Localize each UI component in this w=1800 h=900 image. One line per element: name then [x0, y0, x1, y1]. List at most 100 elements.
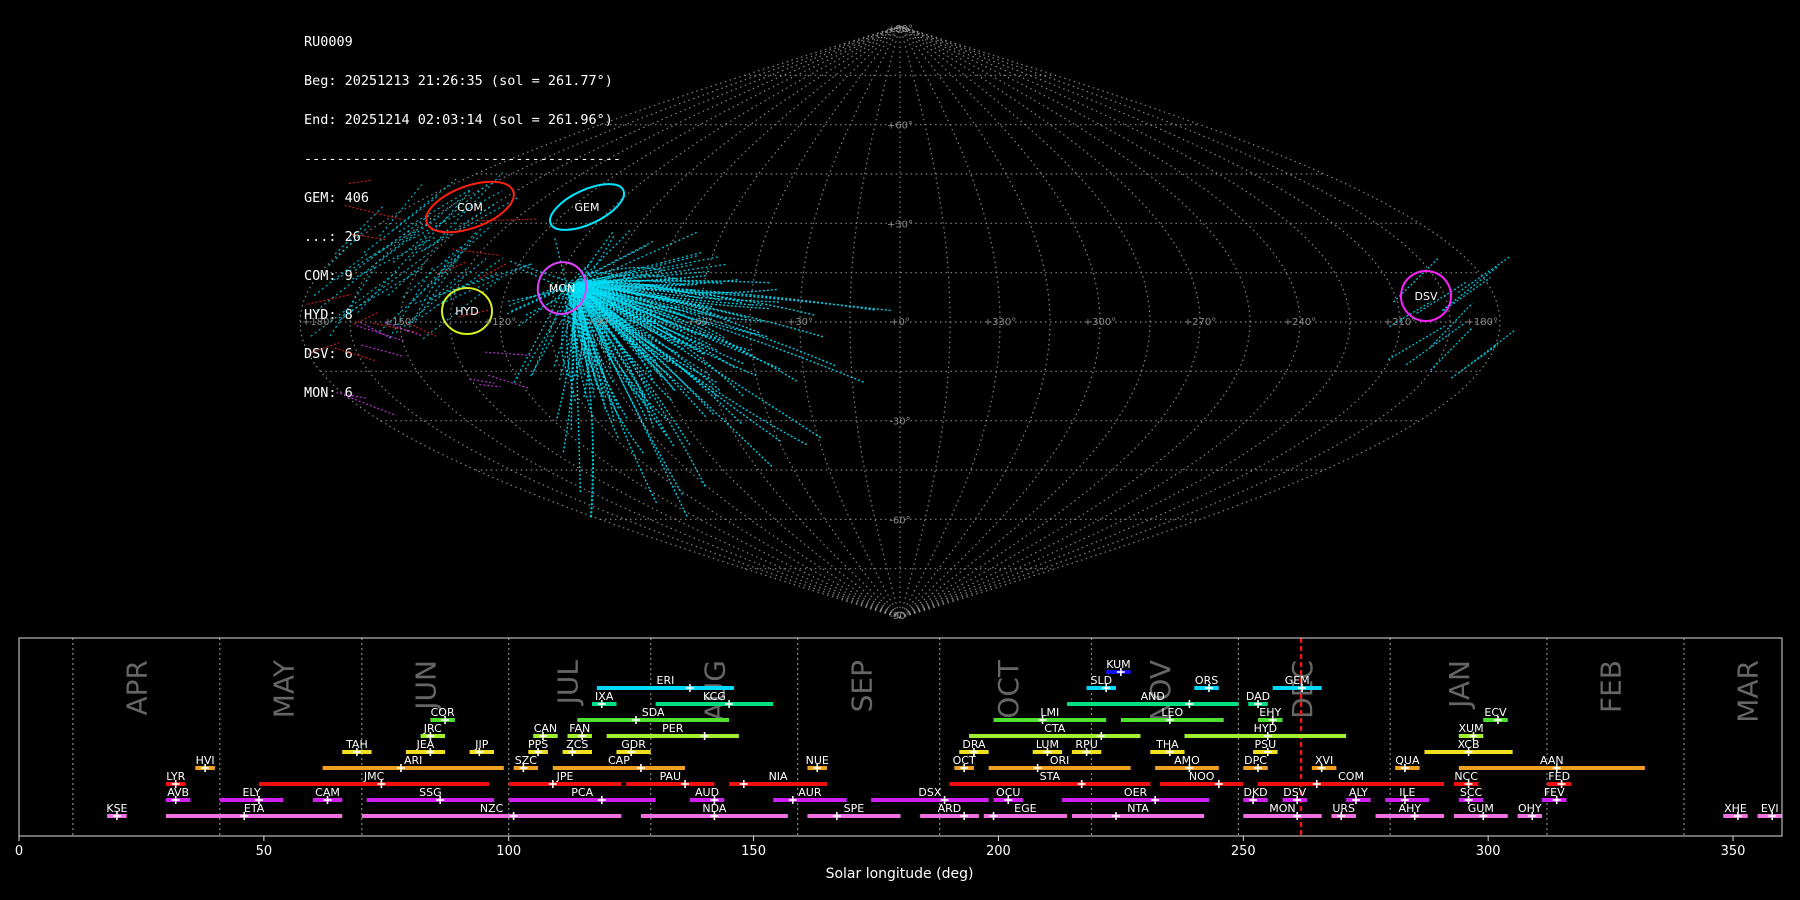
shower-label-hvi: HVI [196, 754, 215, 767]
shower-label-fed: FED [1548, 770, 1570, 783]
longitude-label: +180° [1466, 317, 1498, 328]
shower-label-xum: XUM [1458, 722, 1483, 735]
shower-label-ahy: AHY [1399, 802, 1422, 815]
latitude-label: +30° [887, 219, 913, 230]
shower-label-cam: CAM [315, 786, 340, 799]
shower-label-kse: KSE [106, 802, 127, 815]
shower-label-nzc: NZC [480, 802, 504, 815]
latitude-label: +90° [887, 24, 913, 35]
shower-label-com: COM [1338, 770, 1364, 783]
x-tick-label: 250 [1231, 844, 1256, 859]
shower-label-ncc: NCC [1454, 770, 1478, 783]
shower-label-pau: PAU [660, 770, 682, 783]
shower-label-oer: OER [1124, 786, 1148, 799]
shower-label-ecv: ECV [1484, 706, 1507, 719]
longitude-label: +240° [1284, 317, 1316, 328]
shower-label-dsx: DSX [918, 786, 941, 799]
shower-label-gum: GUM [1468, 802, 1494, 815]
radiant-label-com: COM [457, 201, 483, 214]
shower-label-szc: SZC [515, 754, 538, 767]
shower-label-avb: AVB [167, 786, 189, 799]
shower-label-fan: FAN [569, 722, 590, 735]
shower-label-ixa: IXA [595, 690, 614, 703]
shower-label-cap: CAP [608, 754, 630, 767]
shower-label-gem: GEM [1285, 674, 1310, 687]
shower-label-jmc: JMC [363, 770, 385, 783]
longitude-label: +30° [787, 317, 813, 328]
longitude-label: +60° [687, 317, 713, 328]
shower-label-mon: MON [1269, 802, 1295, 815]
shower-label-oct: OCT [953, 754, 976, 767]
shower-label-kum: KUM [1106, 658, 1130, 671]
x-tick-label: 200 [986, 844, 1011, 859]
shower-label-cta: CTA [1044, 722, 1066, 735]
x-tick-label: 350 [1721, 844, 1746, 859]
longitude-label: +210° [1384, 317, 1416, 328]
month-label: OCT [992, 659, 1025, 719]
sporadic-tracks [307, 179, 538, 362]
longitude-label: +150° [384, 317, 416, 328]
shower-label-dad: DAD [1246, 690, 1270, 703]
shower-label-ile: ILE [1399, 786, 1415, 799]
shower-label-dra: DRA [962, 738, 986, 751]
x-tick-label: 100 [496, 844, 521, 859]
shower-label-ely: ELY [242, 786, 261, 799]
shower-label-kcg: KCG [703, 690, 726, 703]
shower-label-ors: ORS [1195, 674, 1218, 687]
shower-label-pps: PPS [528, 738, 548, 751]
shower-label-qua: QUA [1395, 754, 1420, 767]
month-label: MAY [267, 659, 300, 718]
shower-label-jpe: JPE [556, 770, 574, 783]
shower-label-ard: ARD [938, 802, 962, 815]
shower-label-urs: URS [1332, 802, 1355, 815]
x-axis-label: Solar longitude (deg) [826, 866, 974, 882]
shower-label-ari: ARI [404, 754, 422, 767]
shower-label-evi: EVI [1761, 802, 1779, 815]
radiant-label-mon: MON [549, 282, 575, 295]
longitude-label: +0° [890, 317, 910, 328]
longitude-label: +90° [587, 317, 613, 328]
latitude-label: -60° [889, 515, 910, 526]
shower-label-sda: SDA [642, 706, 665, 719]
shower-timeline-chart: APRMAYJUNJULAUGSEPOCTNOVDECJANFEBMAR KUM… [15, 637, 1783, 882]
month-label: FEB [1595, 660, 1628, 713]
x-tick-label: 150 [741, 844, 766, 859]
shower-label-ehy: EHY [1259, 706, 1281, 719]
shower-label-aly: ALY [1349, 786, 1368, 799]
shower-label-xhe: XHE [1724, 802, 1747, 815]
shower-label-sld: SLD [1090, 674, 1112, 687]
shower-label-nda: NDA [702, 802, 727, 815]
shower-label-jrc: JRC [423, 722, 442, 735]
shower-label-ohy: OHY [1518, 802, 1542, 815]
shower-label-leo: LEO [1161, 706, 1183, 719]
shower-label-amo: AMO [1174, 754, 1200, 767]
shower-label-dkd: DKD [1243, 786, 1267, 799]
shower-label-tha: THA [1155, 738, 1179, 751]
month-label: JUN [409, 660, 442, 712]
latitude-label: +60° [887, 121, 913, 132]
gem-meteor-streaks [310, 172, 533, 340]
shower-label-aud: AUD [695, 786, 719, 799]
latitude-label: -30° [889, 417, 910, 428]
shower-label-aur: AUR [798, 786, 822, 799]
longitude-label: +330° [984, 317, 1016, 328]
shower-label-xvi: XVI [1315, 754, 1333, 767]
shower-label-eri: ERI [657, 674, 675, 687]
shower-label-gdr: GDR [621, 738, 646, 751]
radiant-label-gem: GEM [575, 201, 600, 214]
month-label: SEP [845, 660, 878, 712]
shower-label-pca: PCA [571, 786, 593, 799]
shower-label-dsv: DSV [1283, 786, 1306, 799]
shower-label-fev: FEV [1544, 786, 1565, 799]
shower-label-jip: JIP [474, 738, 488, 751]
shower-label-can: CAN [534, 722, 557, 735]
shower-label-lmi: LMI [1040, 706, 1059, 719]
x-tick-label: 50 [256, 844, 273, 859]
radiant-circles: COM GEM HYD MON DSV [425, 180, 1452, 335]
month-label: MAR [1732, 660, 1765, 723]
shower-label-aan: AAN [1540, 754, 1564, 767]
shower-label-lyr: LYR [166, 770, 185, 783]
shower-label-lum: LUM [1036, 738, 1059, 751]
shower-label-jea: JEA [416, 738, 435, 751]
shower-label-and: AND [1141, 690, 1165, 703]
